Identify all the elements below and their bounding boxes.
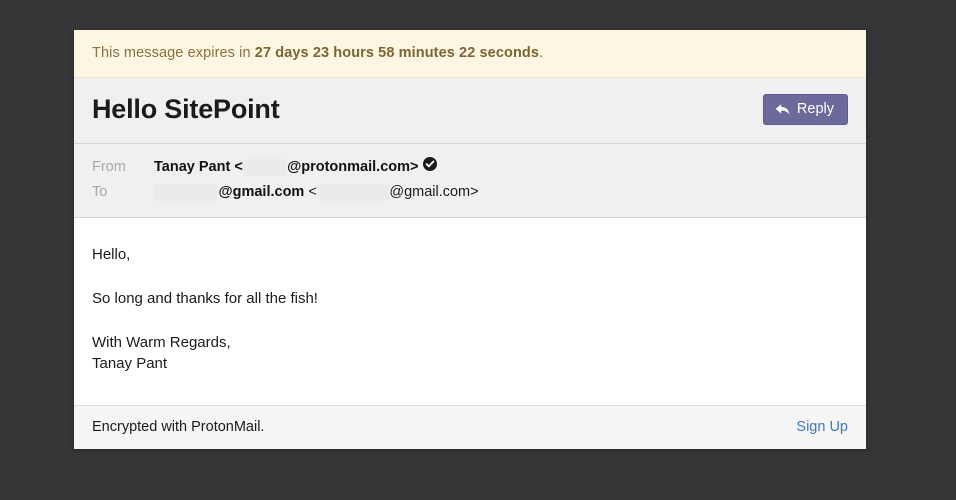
encryption-notice: Encrypted with ProtonMail. (92, 419, 265, 435)
verified-check-icon (423, 155, 438, 180)
expiry-banner: This message expires in 27 days 23 hours… (74, 30, 866, 78)
to-redacted-username-2 (316, 180, 390, 205)
from-domain: @protonmail.com> (287, 159, 419, 175)
expiry-countdown: 27 days 23 hours 58 minutes 22 seconds (254, 45, 540, 61)
to-redacted-username-1 (154, 180, 219, 205)
from-label: From (92, 159, 126, 175)
to-domain-2: @gmail.com> (389, 184, 479, 200)
reply-button-label: Reply (796, 101, 834, 117)
page-title: Hello SitePoint (92, 93, 280, 124)
body-closing: With Warm Regards, (92, 333, 231, 351)
expiry-prefix-text: This message expires in (92, 45, 255, 61)
reply-button[interactable]: Reply (762, 94, 848, 125)
from-row: From Tanay Pant < @protonmail.com> (92, 155, 848, 180)
message-card: This message expires in 27 days 23 hours… (74, 30, 866, 449)
message-body: Hello, So long and thanks for all the fi… (74, 218, 866, 405)
from-sender-name: Tanay Pant (154, 159, 231, 175)
card-footer: Encrypted with ProtonMail. Sign Up (74, 405, 866, 449)
to-label: To (92, 184, 108, 200)
body-paragraph: So long and thanks for all the fish! (92, 289, 318, 307)
to-row: To @gmail.com < @gmail.com> (92, 180, 848, 205)
from-open-bracket: < (234, 159, 243, 175)
body-greeting: Hello, (92, 246, 131, 263)
page-background: This message expires in 27 days 23 hours… (0, 0, 956, 500)
signup-link[interactable]: Sign Up (796, 419, 848, 435)
address-block: From Tanay Pant < @protonmail.com> To @g… (74, 144, 866, 218)
body-signature: Tanay Pant (92, 355, 168, 373)
reply-arrow-icon (775, 103, 790, 116)
to-domain-1: @gmail.com (218, 184, 305, 200)
to-open-bracket: < (308, 184, 317, 200)
subject-bar: Hello SitePoint Reply (74, 78, 866, 144)
from-redacted-username (242, 155, 288, 180)
expiry-suffix-text: . (539, 45, 544, 61)
